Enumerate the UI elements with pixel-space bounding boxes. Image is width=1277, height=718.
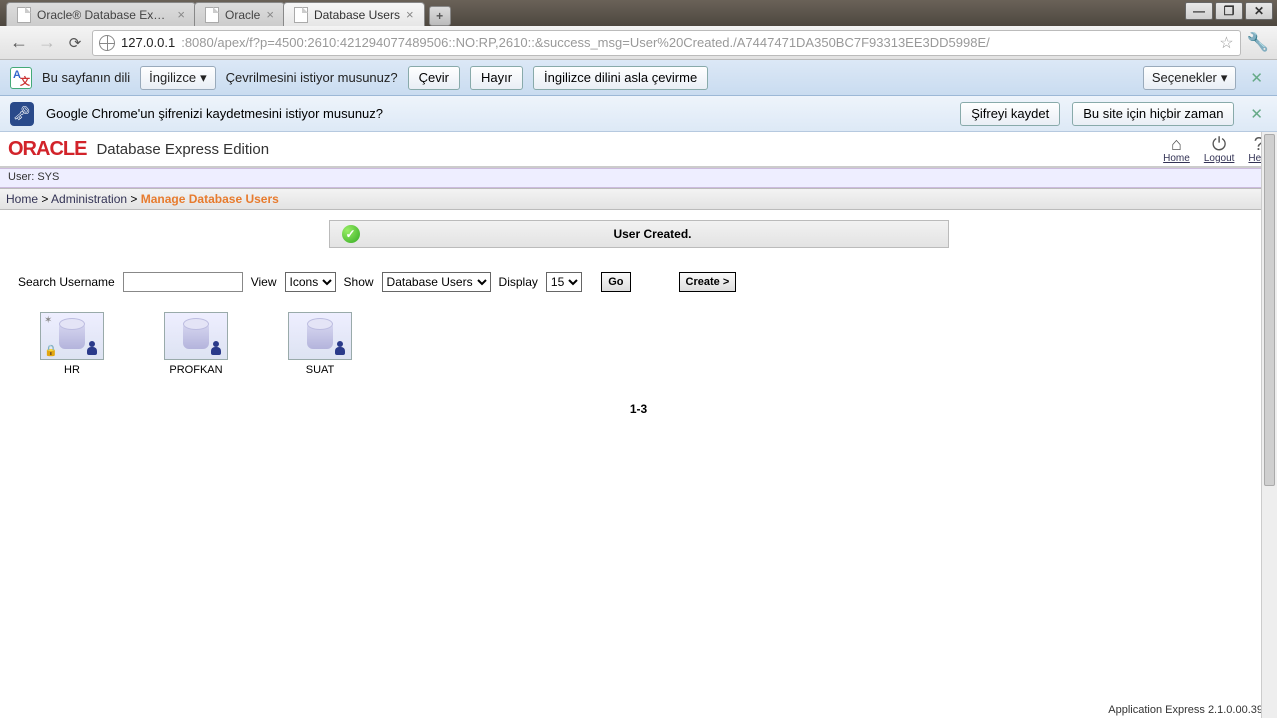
url-host: 127.0.0.1 xyxy=(121,35,175,50)
address-bar[interactable]: 127.0.0.1 :8080/apex/f?p=4500:2610:421294… xyxy=(92,30,1241,56)
crumb-current: Manage Database Users xyxy=(141,192,279,206)
password-text: Google Chrome'un şifrenizi kaydetmesini … xyxy=(46,106,383,121)
globe-icon xyxy=(99,35,115,51)
nav-toolbar: ← → ⟳ 127.0.0.1 :8080/apex/f?p=4500:2610:… xyxy=(0,26,1277,60)
settings-wrench-icon[interactable]: 🔧 xyxy=(1247,32,1269,53)
never-save-password-button[interactable]: Bu site için hiçbir zaman xyxy=(1072,102,1234,126)
check-icon: ✓ xyxy=(342,225,360,243)
window-controls: — ❐ ✕ xyxy=(1185,2,1273,20)
home-icon: ⌂ xyxy=(1163,135,1190,153)
user-tile-suat[interactable]: SUAT xyxy=(288,312,352,376)
translate-prefix: Bu sayfanın dili xyxy=(42,70,130,85)
user-label: User: xyxy=(8,171,37,183)
search-input[interactable] xyxy=(123,272,243,292)
search-label: Search Username xyxy=(18,275,115,289)
key-icon: 🗝 xyxy=(10,102,34,126)
success-message: ✓ User Created. xyxy=(329,220,949,248)
maximize-button[interactable]: ❐ xyxy=(1215,2,1243,20)
scrollbar-thumb[interactable] xyxy=(1264,134,1275,486)
file-icon xyxy=(205,7,219,23)
breadcrumb: Home > Administration > Manage Database … xyxy=(0,188,1277,210)
password-bar: 🗝 Google Chrome'un şifrenizi kaydetmesin… xyxy=(0,96,1277,132)
user-icon xyxy=(40,312,104,360)
oracle-subtitle: Database Express Edition xyxy=(96,141,269,158)
user-value: SYS xyxy=(37,171,59,183)
tab-label: Oracle® Database Expres... xyxy=(37,8,171,22)
display-select[interactable]: 15 xyxy=(546,272,582,292)
browser-chrome: Oracle® Database Expres... × Oracle × Da… xyxy=(0,0,1277,60)
tab-label: Database Users xyxy=(314,8,400,22)
translate-icon xyxy=(10,67,32,89)
search-controls: Search Username View Icons Show Database… xyxy=(0,258,1277,306)
chevron-down-icon: ▾ xyxy=(1221,70,1228,86)
vertical-scrollbar[interactable] xyxy=(1261,132,1277,718)
create-button[interactable]: Create > xyxy=(679,272,737,292)
translate-close-icon[interactable]: ✕ xyxy=(1246,69,1267,87)
crumb-home[interactable]: Home xyxy=(6,192,38,206)
tab-label: Oracle xyxy=(225,8,260,22)
user-bar: User: SYS xyxy=(0,168,1277,188)
oracle-logo: ORACLE xyxy=(8,138,86,161)
save-password-button[interactable]: Şifreyi kaydet xyxy=(960,102,1060,126)
close-window-button[interactable]: ✕ xyxy=(1245,2,1273,20)
success-text: User Created. xyxy=(370,227,936,241)
user-name: PROFKAN xyxy=(169,364,222,376)
user-name: HR xyxy=(64,364,80,376)
translate-options[interactable]: Seçenekler ▾ xyxy=(1143,66,1237,90)
close-icon[interactable]: × xyxy=(177,7,185,22)
chevron-down-icon: ▾ xyxy=(200,70,207,86)
view-select[interactable]: Icons xyxy=(285,272,336,292)
tab-strip: Oracle® Database Expres... × Oracle × Da… xyxy=(0,0,1277,26)
translate-lang-value: İngilizce xyxy=(149,70,196,85)
header-links: ⌂Home ⏻Logout ?Help xyxy=(1163,135,1269,164)
show-select[interactable]: Database Users xyxy=(382,272,491,292)
result-range: 1-3 xyxy=(0,402,1277,416)
tab-0[interactable]: Oracle® Database Expres... × xyxy=(6,2,196,26)
crumb-admin[interactable]: Administration xyxy=(51,192,127,206)
user-tile-profkan[interactable]: PROFKAN xyxy=(164,312,228,376)
close-icon[interactable]: × xyxy=(266,7,274,22)
user-icon xyxy=(288,312,352,360)
user-icon xyxy=(164,312,228,360)
users-grid: HR PROFKAN SUAT xyxy=(0,306,1277,382)
translate-bar: Bu sayfanın dili İngilizce ▾ Çevrilmesin… xyxy=(0,60,1277,96)
forward-button[interactable]: → xyxy=(36,32,58,54)
translate-never-button[interactable]: İngilizce dilini asla çevirme xyxy=(533,66,708,90)
power-icon: ⏻ xyxy=(1204,135,1235,153)
password-close-icon[interactable]: ✕ xyxy=(1246,105,1267,123)
show-label: Show xyxy=(344,275,374,289)
translate-no-button[interactable]: Hayır xyxy=(470,66,523,90)
logout-link[interactable]: ⏻Logout xyxy=(1204,135,1235,164)
logout-link-label: Logout xyxy=(1204,153,1235,164)
bookmark-star-icon[interactable]: ☆ xyxy=(1219,33,1233,53)
go-button[interactable]: Go xyxy=(601,272,630,292)
translate-lang-select[interactable]: İngilizce ▾ xyxy=(140,66,216,90)
display-label: Display xyxy=(499,275,538,289)
back-button[interactable]: ← xyxy=(8,32,30,54)
footer-version: Application Express 2.1.0.00.39 xyxy=(1108,704,1263,716)
translate-button[interactable]: Çevir xyxy=(408,66,460,90)
reload-button[interactable]: ⟳ xyxy=(64,32,86,54)
oracle-header: ORACLE Database Express Edition ⌂Home ⏻L… xyxy=(0,132,1277,168)
page-content: ORACLE Database Express Edition ⌂Home ⏻L… xyxy=(0,132,1277,416)
file-icon xyxy=(17,7,31,23)
new-tab-button[interactable]: + xyxy=(429,6,451,26)
user-name: SUAT xyxy=(306,364,335,376)
tab-1[interactable]: Oracle × xyxy=(194,2,285,26)
home-link[interactable]: ⌂Home xyxy=(1163,135,1190,164)
user-tile-hr[interactable]: HR xyxy=(40,312,104,376)
home-link-label: Home xyxy=(1163,153,1190,164)
tab-2-active[interactable]: Database Users × xyxy=(283,2,425,26)
file-icon xyxy=(294,7,308,23)
close-icon[interactable]: × xyxy=(406,7,414,22)
minimize-button[interactable]: — xyxy=(1185,2,1213,20)
translate-options-label: Seçenekler xyxy=(1152,70,1217,85)
url-path: :8080/apex/f?p=4500:2610:421294077489506… xyxy=(181,35,990,50)
translate-question: Çevrilmesini istiyor musunuz? xyxy=(226,70,398,85)
view-label: View xyxy=(251,275,277,289)
